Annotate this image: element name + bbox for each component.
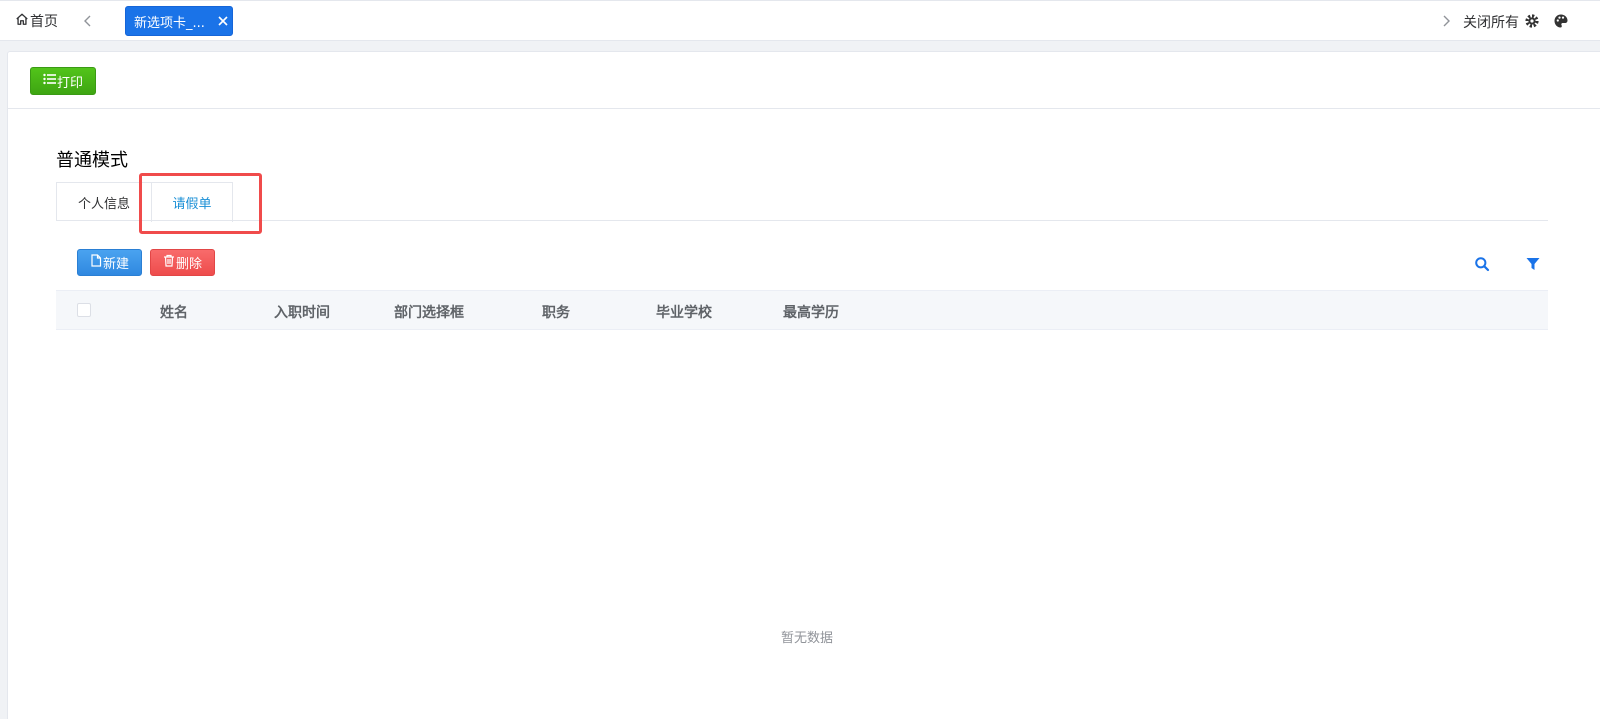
new-button-label: 新建 [102,257,129,272]
gear-icon[interactable] [1524,13,1540,29]
new-button[interactable]: 新建 [77,249,142,276]
home-tab[interactable]: 首页 [15,11,58,31]
filter-icon[interactable] [1525,256,1541,272]
main-panel: 打印 普通模式 个人信息 请假单 新建 删除 姓名 入职时间 部门选择框 职务 … [7,51,1600,719]
column-header-school[interactable]: 毕业学校 [656,302,712,322]
trash-icon [163,254,176,271]
chevron-right-icon [1441,12,1451,31]
close-all-button[interactable]: 关闭所有 [1463,12,1519,32]
delete-button-label: 删除 [175,257,202,272]
active-page-tab[interactable]: 新选项卡_... [125,6,233,36]
scroll-left-button[interactable] [80,12,96,30]
print-button-label: 打印 [56,75,83,91]
column-header-education[interactable]: 最高学历 [783,302,839,322]
column-header-position[interactable]: 职务 [542,302,570,322]
panel-toolbar: 打印 [8,52,1600,109]
search-icon[interactable] [1474,256,1490,272]
tab-leave-form[interactable]: 请假单 [151,182,233,222]
delete-button[interactable]: 删除 [150,249,215,276]
page-title: 普通模式 [56,150,128,171]
column-header-name[interactable]: 姓名 [160,302,188,322]
print-button[interactable]: 打印 [30,67,96,95]
table-header: 姓名 入职时间 部门选择框 职务 毕业学校 最高学历 [56,290,1548,330]
tabs-divider [56,220,1548,221]
scroll-right-button[interactable] [1438,12,1454,30]
top-tab-bar: 首页 新选项卡_... 关闭所有 [0,0,1600,41]
palette-icon[interactable] [1553,13,1569,29]
column-header-department[interactable]: 部门选择框 [394,302,464,322]
active-page-tab-label: 新选项卡_... [134,15,205,31]
home-icon [15,12,30,30]
home-tab-label: 首页 [30,14,58,30]
chevron-left-icon [83,12,93,31]
tab-personal-info[interactable]: 个人信息 [56,182,151,221]
list-icon [43,73,57,89]
close-icon[interactable] [216,14,230,28]
empty-state-text: 暂无数据 [781,631,834,646]
column-header-hire-date[interactable]: 入职时间 [274,302,330,322]
select-all-checkbox[interactable] [77,303,91,317]
file-icon [90,254,103,271]
